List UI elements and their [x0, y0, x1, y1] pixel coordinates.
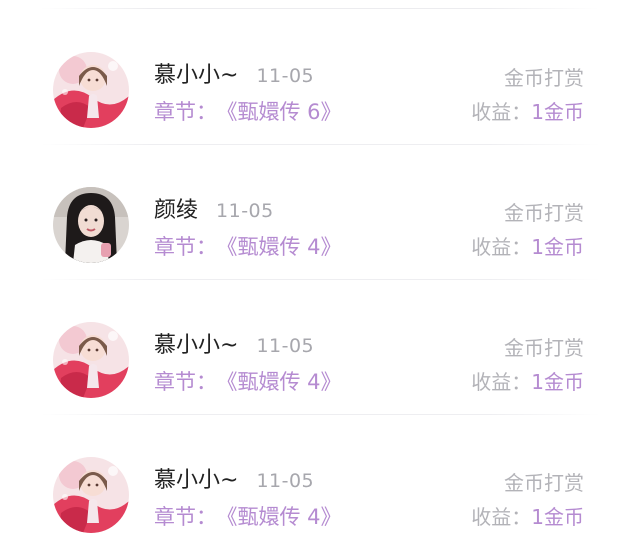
avatar[interactable]	[53, 52, 129, 128]
reward-date: 11-05	[216, 200, 274, 222]
income-line: 收益：1金币	[471, 96, 584, 125]
chapter-link[interactable]: 《甄嬛传 4》	[227, 235, 342, 259]
gift-type: 金币打赏	[504, 471, 584, 495]
chapter-label: 章节：	[154, 370, 217, 394]
user-name[interactable]: 慕小小~	[154, 462, 238, 494]
name-line: 慕小小~ 11-05	[154, 327, 315, 359]
chapter-label: 章节：	[154, 100, 217, 124]
chapter-label: 章节：	[154, 505, 217, 529]
chapter-line: 章节： 《甄嬛传 4》	[154, 366, 342, 396]
reward-date: 11-05	[256, 65, 315, 87]
name-line: 颜绫 11-05	[154, 192, 274, 224]
user-name[interactable]: 颜绫	[154, 192, 198, 224]
chapter-link[interactable]: 《甄嬛传 6》	[227, 100, 342, 124]
anime-girl-avatar-icon	[53, 457, 129, 533]
chapter-line: 章节： 《甄嬛传 6》	[154, 96, 342, 126]
top-divider	[40, 8, 600, 9]
chapter-label: 章节：	[154, 235, 217, 259]
chapter-link[interactable]: 《甄嬛传 4》	[227, 370, 342, 394]
chapter-line: 章节： 《甄嬛传 4》	[154, 231, 342, 261]
gift-type: 金币打赏	[504, 336, 584, 360]
reward-date: 11-05	[256, 470, 315, 492]
income-label: 收益：	[471, 370, 532, 394]
list-item[interactable]: 颜绫 11-05 章节： 《甄嬛传 4》 金币打赏 收益：1金币	[0, 145, 640, 280]
income-value: 1金币	[531, 370, 584, 394]
avatar[interactable]	[53, 457, 129, 533]
list-item[interactable]: 慕小小~ 11-05 章节： 《甄嬛传 4》 金币打赏 收益：1金币	[0, 280, 640, 415]
income-line: 收益：1金币	[471, 231, 584, 260]
income-label: 收益：	[471, 235, 532, 259]
gift-type: 金币打赏	[504, 66, 584, 90]
name-line: 慕小小~ 11-05	[154, 462, 315, 494]
gift-type: 金币打赏	[504, 201, 584, 225]
avatar[interactable]	[53, 322, 129, 398]
reward-list: 慕小小~ 11-05 章节： 《甄嬛传 6》 金币打赏 收益：1金币 颜绫 11…	[0, 10, 640, 550]
avatar[interactable]	[53, 187, 129, 263]
photo-girl-avatar-icon	[53, 187, 129, 263]
list-item[interactable]: 慕小小~ 11-05 章节： 《甄嬛传 6》 金币打赏 收益：1金币	[0, 10, 640, 145]
anime-girl-avatar-icon	[53, 322, 129, 398]
user-name[interactable]: 慕小小~	[154, 327, 238, 359]
chapter-link[interactable]: 《甄嬛传 4》	[227, 505, 342, 529]
income-value: 1金币	[531, 235, 584, 259]
income-line: 收益：1金币	[471, 501, 584, 530]
income-line: 收益：1金币	[471, 366, 584, 395]
income-label: 收益：	[471, 100, 532, 124]
name-line: 慕小小~ 11-05	[154, 57, 315, 89]
income-label: 收益：	[471, 505, 532, 529]
chapter-line: 章节： 《甄嬛传 4》	[154, 501, 342, 531]
income-value: 1金币	[531, 505, 584, 529]
reward-date: 11-05	[256, 335, 315, 357]
reward-list-page: 慕小小~ 11-05 章节： 《甄嬛传 6》 金币打赏 收益：1金币 颜绫 11…	[0, 0, 640, 551]
anime-girl-avatar-icon	[53, 52, 129, 128]
list-item[interactable]: 慕小小~ 11-05 章节： 《甄嬛传 4》 金币打赏 收益：1金币	[0, 415, 640, 550]
user-name[interactable]: 慕小小~	[154, 57, 238, 89]
income-value: 1金币	[531, 100, 584, 124]
